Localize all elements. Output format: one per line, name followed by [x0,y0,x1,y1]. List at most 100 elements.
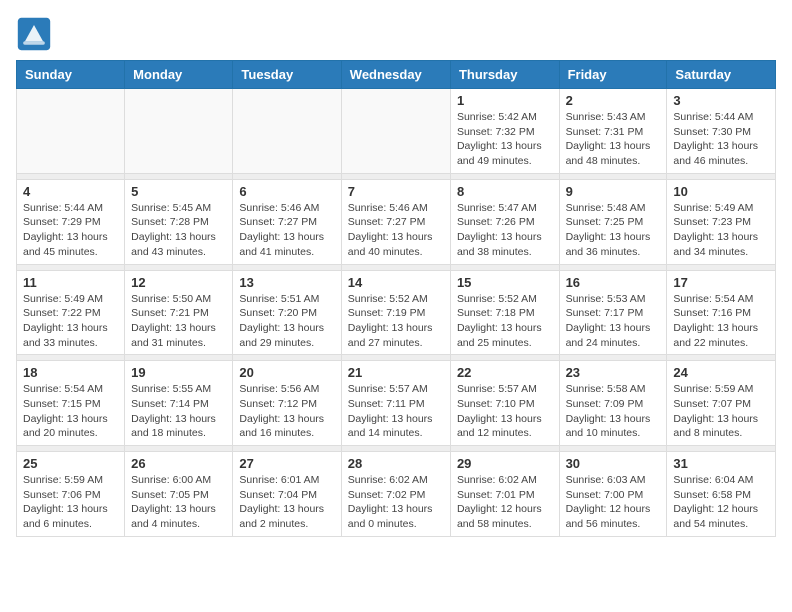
day-number: 27 [239,456,334,471]
day-detail: Sunrise: 6:01 AMSunset: 7:04 PMDaylight:… [239,473,334,532]
day-detail: Sunrise: 5:51 AMSunset: 7:20 PMDaylight:… [239,292,334,351]
day-number: 20 [239,365,334,380]
day-number: 1 [457,93,553,108]
day-detail: Sunrise: 5:48 AMSunset: 7:25 PMDaylight:… [566,201,661,260]
day-number: 25 [23,456,118,471]
day-number: 10 [673,184,769,199]
day-detail: Sunrise: 5:53 AMSunset: 7:17 PMDaylight:… [566,292,661,351]
calendar-cell: 23 Sunrise: 5:58 AMSunset: 7:09 PMDayligh… [559,361,667,446]
calendar-cell: 20 Sunrise: 5:56 AMSunset: 7:12 PMDayligh… [233,361,341,446]
day-detail: Sunrise: 5:57 AMSunset: 7:11 PMDaylight:… [348,382,444,441]
day-number: 6 [239,184,334,199]
day-number: 2 [566,93,661,108]
weekday-header: Monday [125,61,233,89]
calendar-cell: 15 Sunrise: 5:52 AMSunset: 7:18 PMDayligh… [450,270,559,355]
day-detail: Sunrise: 5:57 AMSunset: 7:10 PMDaylight:… [457,382,553,441]
calendar-cell: 30 Sunrise: 6:03 AMSunset: 7:00 PMDayligh… [559,452,667,537]
day-detail: Sunrise: 5:46 AMSunset: 7:27 PMDaylight:… [239,201,334,260]
day-detail: Sunrise: 5:44 AMSunset: 7:30 PMDaylight:… [673,110,769,169]
day-detail: Sunrise: 5:59 AMSunset: 7:07 PMDaylight:… [673,382,769,441]
day-detail: Sunrise: 6:00 AMSunset: 7:05 PMDaylight:… [131,473,226,532]
day-number: 15 [457,275,553,290]
calendar-cell [125,89,233,174]
calendar-cell: 14 Sunrise: 5:52 AMSunset: 7:19 PMDayligh… [341,270,450,355]
header [16,16,776,52]
calendar-cell: 22 Sunrise: 5:57 AMSunset: 7:10 PMDayligh… [450,361,559,446]
day-number: 26 [131,456,226,471]
day-number: 19 [131,365,226,380]
calendar-cell: 25 Sunrise: 5:59 AMSunset: 7:06 PMDayligh… [17,452,125,537]
day-detail: Sunrise: 5:54 AMSunset: 7:16 PMDaylight:… [673,292,769,351]
day-detail: Sunrise: 5:56 AMSunset: 7:12 PMDaylight:… [239,382,334,441]
day-number: 11 [23,275,118,290]
weekday-header: Saturday [667,61,776,89]
day-number: 22 [457,365,553,380]
day-detail: Sunrise: 5:45 AMSunset: 7:28 PMDaylight:… [131,201,226,260]
logo-icon [16,16,52,52]
day-number: 5 [131,184,226,199]
day-detail: Sunrise: 5:52 AMSunset: 7:18 PMDaylight:… [457,292,553,351]
weekday-header: Sunday [17,61,125,89]
weekday-header: Thursday [450,61,559,89]
calendar-cell [341,89,450,174]
calendar-cell: 9 Sunrise: 5:48 AMSunset: 7:25 PMDaylight… [559,179,667,264]
calendar-cell: 5 Sunrise: 5:45 AMSunset: 7:28 PMDaylight… [125,179,233,264]
calendar-cell: 6 Sunrise: 5:46 AMSunset: 7:27 PMDaylight… [233,179,341,264]
day-number: 21 [348,365,444,380]
calendar-header-row: SundayMondayTuesdayWednesdayThursdayFrid… [17,61,776,89]
calendar-cell: 13Sunrise: 5:51 AMSunset: 7:20 PMDayligh… [233,270,341,355]
day-number: 4 [23,184,118,199]
calendar-cell: 11 Sunrise: 5:49 AMSunset: 7:22 PMDayligh… [17,270,125,355]
calendar-cell: 17 Sunrise: 5:54 AMSunset: 7:16 PMDayligh… [667,270,776,355]
calendar-cell: 18 Sunrise: 5:54 AMSunset: 7:15 PMDayligh… [17,361,125,446]
day-detail: Sunrise: 5:59 AMSunset: 7:06 PMDaylight:… [23,473,118,532]
day-detail: Sunrise: 5:54 AMSunset: 7:15 PMDaylight:… [23,382,118,441]
calendar-week-row: 4 Sunrise: 5:44 AMSunset: 7:29 PMDaylight… [17,179,776,264]
day-detail: Sunrise: 5:46 AMSunset: 7:27 PMDaylight:… [348,201,444,260]
day-number: 7 [348,184,444,199]
day-number: 29 [457,456,553,471]
day-number: 9 [566,184,661,199]
day-number: 30 [566,456,661,471]
calendar-cell: 7 Sunrise: 5:46 AMSunset: 7:27 PMDaylight… [341,179,450,264]
calendar-cell: 10Sunrise: 5:49 AMSunset: 7:23 PMDayligh… [667,179,776,264]
day-detail: Sunrise: 5:49 AMSunset: 7:22 PMDaylight:… [23,292,118,351]
day-detail: Sunrise: 6:04 AMSunset: 6:58 PMDaylight:… [673,473,769,532]
calendar-week-row: 18 Sunrise: 5:54 AMSunset: 7:15 PMDayligh… [17,361,776,446]
day-detail: Sunrise: 5:55 AMSunset: 7:14 PMDaylight:… [131,382,226,441]
day-number: 24 [673,365,769,380]
day-number: 12 [131,275,226,290]
weekday-header: Wednesday [341,61,450,89]
day-number: 17 [673,275,769,290]
calendar-cell: 19 Sunrise: 5:55 AMSunset: 7:14 PMDayligh… [125,361,233,446]
calendar-cell: 29Sunrise: 6:02 AMSunset: 7:01 PMDayligh… [450,452,559,537]
calendar-cell [17,89,125,174]
day-detail: Sunrise: 5:42 AMSunset: 7:32 PMDaylight:… [457,110,553,169]
day-number: 16 [566,275,661,290]
day-detail: Sunrise: 6:03 AMSunset: 7:00 PMDaylight:… [566,473,661,532]
day-number: 23 [566,365,661,380]
weekday-header: Tuesday [233,61,341,89]
calendar-cell: 16 Sunrise: 5:53 AMSunset: 7:17 PMDayligh… [559,270,667,355]
day-detail: Sunrise: 5:58 AMSunset: 7:09 PMDaylight:… [566,382,661,441]
calendar-cell: 1 Sunrise: 5:42 AMSunset: 7:32 PMDaylight… [450,89,559,174]
calendar-week-row: 11 Sunrise: 5:49 AMSunset: 7:22 PMDayligh… [17,270,776,355]
calendar-week-row: 25 Sunrise: 5:59 AMSunset: 7:06 PMDayligh… [17,452,776,537]
calendar-cell: 26 Sunrise: 6:00 AMSunset: 7:05 PMDayligh… [125,452,233,537]
calendar-table: SundayMondayTuesdayWednesdayThursdayFrid… [16,60,776,537]
calendar-cell: 24 Sunrise: 5:59 AMSunset: 7:07 PMDayligh… [667,361,776,446]
day-number: 14 [348,275,444,290]
calendar-week-row: 1 Sunrise: 5:42 AMSunset: 7:32 PMDaylight… [17,89,776,174]
calendar-cell: 28Sunrise: 6:02 AMSunset: 7:02 PMDayligh… [341,452,450,537]
calendar-cell: 3 Sunrise: 5:44 AMSunset: 7:30 PMDaylight… [667,89,776,174]
calendar-cell: 8Sunrise: 5:47 AMSunset: 7:26 PMDaylight… [450,179,559,264]
day-detail: Sunrise: 5:52 AMSunset: 7:19 PMDaylight:… [348,292,444,351]
day-number: 3 [673,93,769,108]
day-detail: Sunrise: 5:43 AMSunset: 7:31 PMDaylight:… [566,110,661,169]
day-number: 18 [23,365,118,380]
day-number: 28 [348,456,444,471]
logo [16,16,56,52]
day-detail: Sunrise: 5:44 AMSunset: 7:29 PMDaylight:… [23,201,118,260]
calendar-cell: 12Sunrise: 5:50 AMSunset: 7:21 PMDayligh… [125,270,233,355]
calendar-cell: 21 Sunrise: 5:57 AMSunset: 7:11 PMDayligh… [341,361,450,446]
